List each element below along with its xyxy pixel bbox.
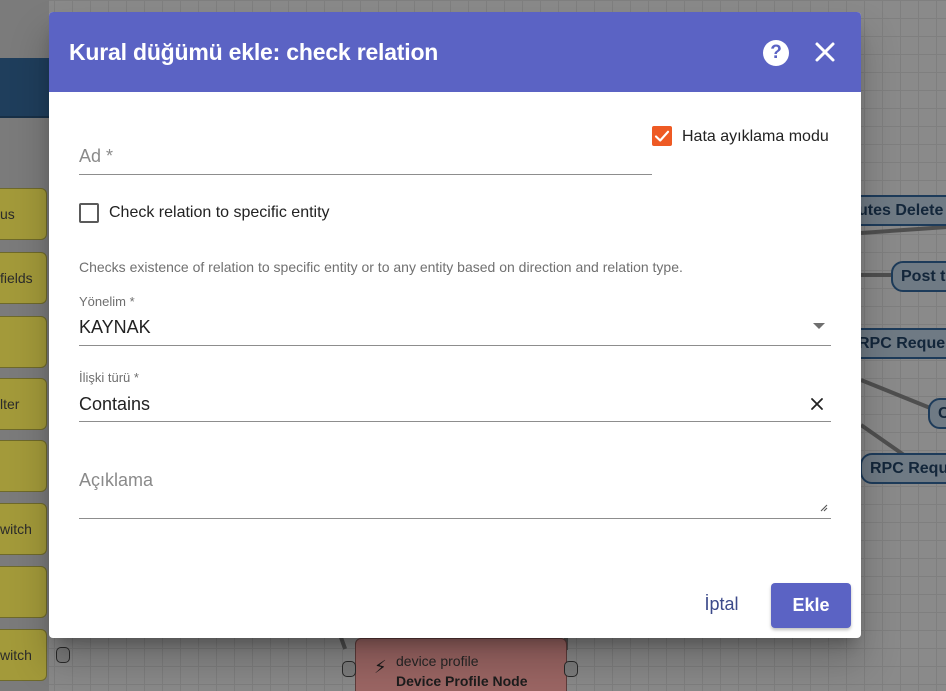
help-icon: ? bbox=[770, 42, 782, 63]
chevron-down-icon[interactable] bbox=[813, 323, 825, 329]
debug-mode-checkbox[interactable] bbox=[652, 126, 672, 146]
lightning-icon: ⚡ bbox=[374, 657, 387, 677]
cancel-button[interactable]: İptal bbox=[689, 584, 754, 624]
node-input-port[interactable] bbox=[342, 661, 356, 677]
library-search-bar bbox=[0, 58, 49, 118]
library-node[interactable]: us bbox=[0, 188, 47, 240]
name-input-underline bbox=[79, 174, 652, 175]
dialog-header: Kural düğümü ekle: check relation ? bbox=[49, 12, 861, 92]
description-textarea[interactable] bbox=[79, 470, 831, 514]
relation-type-underline bbox=[79, 421, 831, 422]
resize-handle-icon[interactable] bbox=[818, 502, 828, 512]
library-node[interactable]: fields bbox=[0, 252, 47, 304]
direction-label: Yönelim * bbox=[79, 294, 135, 309]
library-node[interactable]: lter bbox=[0, 378, 47, 430]
library-node[interactable]: witch bbox=[0, 503, 47, 555]
relation-type-input[interactable]: Contains bbox=[79, 394, 150, 415]
relation-hint-text: Checks existence of relation to specific… bbox=[79, 259, 683, 275]
close-button[interactable] bbox=[811, 38, 839, 66]
rule-node[interactable]: utes Delete bbox=[848, 195, 946, 226]
check-specific-entity-label[interactable]: Check relation to specific entity bbox=[109, 204, 330, 222]
rule-node[interactable]: RPC Requ bbox=[860, 453, 946, 484]
direction-underline bbox=[79, 345, 831, 346]
direction-select[interactable]: KAYNAK bbox=[79, 317, 151, 338]
clear-icon[interactable] bbox=[810, 397, 824, 411]
debug-mode-label[interactable]: Hata ayıklama modu bbox=[682, 128, 829, 146]
device-profile-node[interactable]: ⚡ device profile Device Profile Node bbox=[355, 638, 567, 691]
rule-node[interactable]: Post t bbox=[891, 261, 946, 292]
node-output-port[interactable] bbox=[56, 647, 70, 663]
rule-node[interactable]: RPC Reque bbox=[848, 328, 946, 359]
add-rule-node-dialog: Kural düğümü ekle: check relation ? Hata… bbox=[49, 12, 861, 638]
library-node[interactable] bbox=[0, 316, 47, 368]
node-output-port[interactable] bbox=[564, 661, 578, 677]
description-underline bbox=[79, 518, 831, 519]
connection-edge bbox=[861, 273, 893, 277]
add-button[interactable]: Ekle bbox=[771, 583, 851, 628]
name-input[interactable] bbox=[79, 144, 652, 168]
library-node[interactable] bbox=[0, 566, 47, 618]
rule-node[interactable]: C bbox=[928, 398, 946, 429]
check-specific-entity-checkbox[interactable] bbox=[79, 203, 99, 223]
checkmark-icon bbox=[654, 130, 670, 142]
dialog-title: Kural düğümü ekle: check relation bbox=[69, 39, 439, 65]
relation-type-label: İlişki türü * bbox=[79, 370, 139, 385]
library-node[interactable] bbox=[0, 440, 47, 492]
help-button[interactable]: ? bbox=[763, 40, 789, 66]
close-icon bbox=[815, 42, 835, 62]
library-node[interactable]: witch bbox=[0, 629, 47, 681]
